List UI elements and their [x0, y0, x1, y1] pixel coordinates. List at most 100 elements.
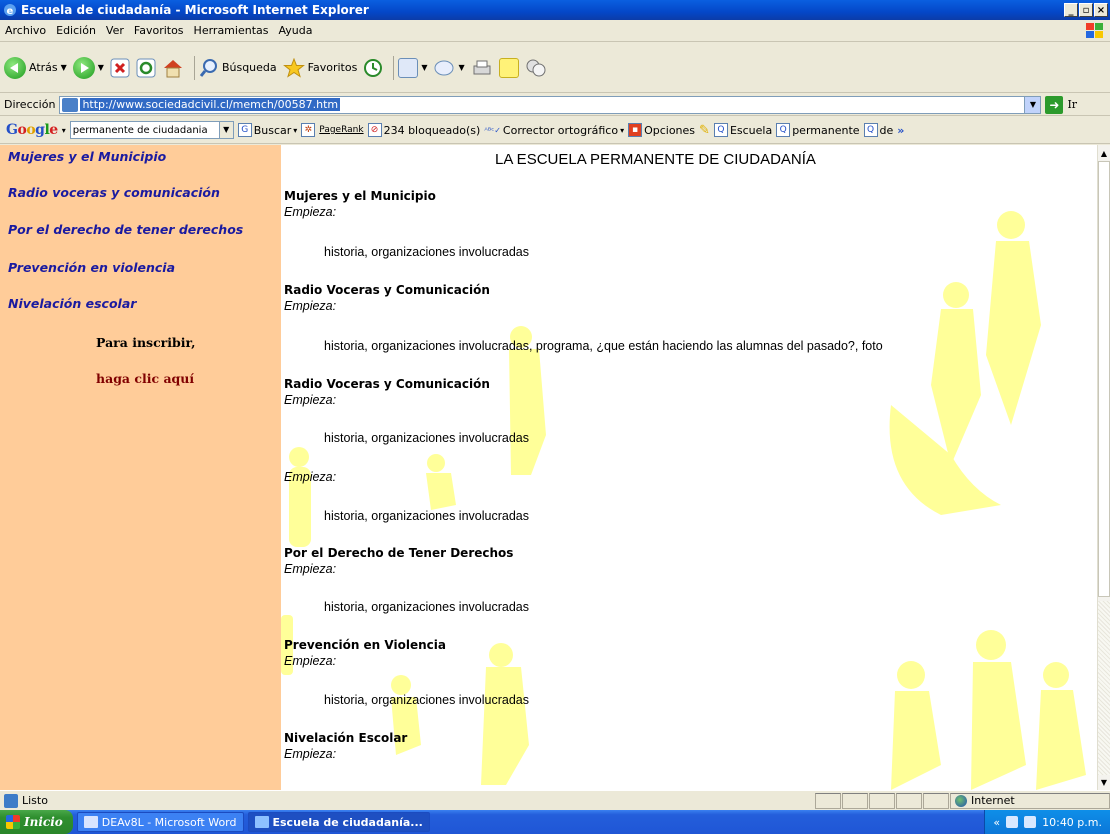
- chevron-down-icon[interactable]: ▼: [218, 122, 233, 138]
- nav-link-mujeres-municipio[interactable]: Mujeres y el Municipio: [8, 149, 166, 164]
- word-icon: [83, 816, 98, 828]
- google-search-button[interactable]: G Buscar ▾: [237, 123, 297, 137]
- options-button[interactable]: ▪ Opciones: [628, 123, 695, 137]
- messenger-button[interactable]: [525, 58, 547, 78]
- scrollbar-thumb[interactable]: [1098, 161, 1110, 597]
- tray-expand-icon[interactable]: «: [993, 816, 1000, 829]
- vertical-scrollbar[interactable]: ▲ ▼: [1097, 145, 1110, 790]
- stop-button[interactable]: [110, 58, 130, 78]
- maximize-button[interactable]: ▫: [1079, 3, 1093, 17]
- address-label: Dirección: [4, 98, 56, 111]
- menu-herramientas[interactable]: Herramientas: [189, 24, 274, 37]
- google-search-input[interactable]: permanente de ciudadania ▼: [69, 121, 234, 139]
- back-button[interactable]: Atrás ▼: [4, 56, 67, 79]
- minimize-button[interactable]: _: [1064, 3, 1078, 17]
- scrollbar-track[interactable]: [1098, 601, 1110, 775]
- popup-blocker[interactable]: ⊘ 234 bloqueado(s): [367, 123, 481, 137]
- section-title: Mujeres y el Municipio: [284, 189, 436, 203]
- windows-logo-icon: [1086, 22, 1103, 38]
- chevron-down-icon[interactable]: ▼: [458, 63, 464, 72]
- chevron-down-icon[interactable]: ▼: [421, 63, 427, 72]
- nav-link-nivelacion-escolar[interactable]: Nivelación escolar: [8, 296, 136, 311]
- google-search-label: Buscar: [253, 123, 292, 137]
- nav-link-derecho-derechos[interactable]: Por el derecho de tener derechos: [8, 222, 243, 237]
- media-button[interactable]: ▼: [398, 57, 427, 78]
- silhouette-watermark-right: [889, 211, 1086, 790]
- forward-button[interactable]: ▼: [72, 56, 104, 79]
- scroll-up-icon[interactable]: ▲: [1098, 147, 1110, 160]
- zone-label: Internet: [971, 794, 1015, 807]
- status-pane: [815, 792, 841, 809]
- signup-prompt: Para inscribir,: [96, 335, 196, 350]
- section-body: historia, organizaciones involucradas, p…: [324, 339, 883, 353]
- menu-edicion[interactable]: Edición: [51, 24, 101, 37]
- address-bar: Dirección http://www.sociedadcivil.cl/me…: [0, 94, 1110, 116]
- google-g-icon: G: [237, 123, 252, 137]
- home-button[interactable]: [162, 58, 184, 78]
- print-button[interactable]: [471, 58, 493, 78]
- google-logo[interactable]: Google: [6, 122, 58, 138]
- chevron-down-icon[interactable]: ▼: [61, 63, 67, 72]
- menu-archivo[interactable]: Archivo: [0, 24, 51, 37]
- google-query[interactable]: permanente de ciudadania: [73, 125, 219, 136]
- highlight-button[interactable]: ✎: [699, 123, 710, 138]
- spellcheck-label: Corrector ortográfico: [502, 123, 619, 137]
- mail-button[interactable]: ▼: [433, 58, 465, 78]
- menu-ayuda[interactable]: Ayuda: [273, 24, 317, 37]
- clock[interactable]: 10:40 p.m.: [1042, 816, 1102, 829]
- search-icon: [199, 58, 217, 77]
- nav-link-radio-voceras[interactable]: Radio voceras y comunicación: [8, 185, 220, 200]
- window-title-bar[interactable]: e Escuela de ciudadanía - Microsoft Inte…: [0, 0, 1110, 20]
- google-site-button[interactable]: ✲: [301, 123, 316, 137]
- pagerank-label: PageRank: [319, 125, 364, 135]
- highlight-term-permanente[interactable]: Q permanente: [776, 123, 860, 137]
- go-arrow-icon[interactable]: ➜: [1045, 95, 1064, 114]
- search-button[interactable]: Búsqueda: [199, 58, 277, 78]
- taskbar-item-label: DEAv8L - Microsoft Word: [101, 815, 237, 829]
- pagerank-indicator[interactable]: PageRank: [319, 125, 363, 135]
- options-icon: ▪: [628, 123, 643, 137]
- edit-button[interactable]: [498, 57, 519, 78]
- term-label: Escuela: [729, 123, 773, 137]
- section-title: Radio Voceras y Comunicación: [284, 377, 490, 391]
- history-button[interactable]: [363, 58, 383, 78]
- taskbar-item-word[interactable]: DEAv8L - Microsoft Word: [76, 812, 244, 832]
- chevron-down-icon[interactable]: ▼: [1024, 96, 1041, 113]
- favorites-button[interactable]: Favoritos: [282, 57, 357, 78]
- internet-explorer-icon: [254, 816, 269, 828]
- mail-icon: [434, 60, 454, 75]
- section-title: Por el Derecho de Tener Derechos: [284, 546, 514, 560]
- address-input[interactable]: http://www.sociedadcivil.cl/memch/00587.…: [59, 95, 1042, 114]
- address-url[interactable]: http://www.sociedadcivil.cl/memch/00587.…: [80, 98, 341, 111]
- menu-favoritos[interactable]: Favoritos: [129, 24, 189, 37]
- nav-link-prevencion-violencia[interactable]: Prevención en violencia: [8, 260, 175, 275]
- chevron-more-icon[interactable]: »: [897, 124, 904, 137]
- chevron-down-icon[interactable]: ▾: [620, 126, 624, 135]
- close-button[interactable]: ×: [1094, 3, 1108, 17]
- security-zone[interactable]: Internet: [950, 792, 1110, 809]
- spellcheck-button[interactable]: ᴬᴮᶜ✓ Corrector ortográfico ▾: [484, 124, 624, 137]
- find-term-icon: Q: [776, 123, 791, 137]
- signup-link[interactable]: haga clic aquí: [96, 371, 194, 386]
- go-button[interactable]: Ir: [1067, 98, 1077, 111]
- chevron-down-icon[interactable]: ▾: [293, 126, 297, 135]
- refresh-icon: [136, 58, 156, 77]
- start-button[interactable]: Inicio: [0, 810, 73, 834]
- back-arrow-icon: [4, 56, 26, 79]
- media-icon: [398, 57, 419, 78]
- taskbar: Inicio DEAv8L - Microsoft Word Escuela d…: [0, 810, 1110, 834]
- section-title: Prevención en Violencia: [284, 638, 446, 652]
- section-start-label: Empieza:: [284, 393, 337, 407]
- blocked-count: 234 bloqueado(s): [383, 123, 481, 137]
- highlight-term-escuela[interactable]: Q Escuela: [713, 123, 773, 137]
- chevron-down-icon[interactable]: ▾: [62, 126, 66, 135]
- highlight-term-de[interactable]: Q de: [863, 123, 893, 137]
- refresh-button[interactable]: [136, 58, 156, 78]
- menu-ver[interactable]: Ver: [101, 24, 129, 37]
- scroll-down-icon[interactable]: ▼: [1098, 776, 1110, 789]
- network-icon[interactable]: [1006, 816, 1019, 828]
- taskbar-item-ie[interactable]: Escuela de ciudadanía...: [247, 812, 430, 832]
- chevron-down-icon[interactable]: ▼: [98, 63, 104, 72]
- network-icon[interactable]: [1024, 816, 1037, 828]
- status-text: Listo: [22, 794, 48, 807]
